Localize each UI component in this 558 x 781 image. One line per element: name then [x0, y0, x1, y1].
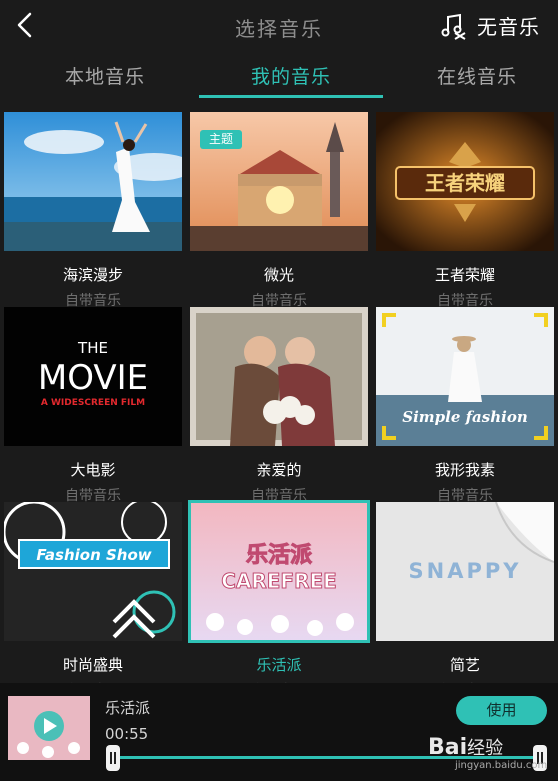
no-music-label: 无音乐	[477, 15, 540, 39]
music-name: 我形我素	[434, 461, 495, 479]
art-line-1: 乐活派	[246, 543, 312, 568]
art-title: Simple fashion	[402, 408, 528, 426]
music-name: 海滨漫步	[62, 266, 123, 284]
music-thumbnail-selected: 乐活派 CAREFREE	[188, 500, 370, 643]
music-name: 乐活派	[256, 656, 302, 674]
use-button[interactable]: 使用	[456, 696, 547, 725]
art-title: Fashion Show	[36, 546, 151, 564]
music-thumbnail: Simple fashion	[376, 307, 554, 446]
art-line-3: A WIDESCREEN FILM	[41, 398, 145, 408]
tab-online-music[interactable]: 在线音乐	[384, 62, 558, 89]
music-note-off-icon	[441, 13, 466, 40]
player-thumbnail[interactable]	[8, 696, 90, 760]
music-thumbnail	[4, 112, 182, 251]
no-music-button[interactable]: 无音乐	[439, 11, 540, 40]
music-thumbnail: SNAPPY	[376, 502, 554, 641]
music-thumbnail: Fashion Show	[4, 502, 182, 641]
music-name: 王者荣耀	[434, 266, 495, 284]
art-line-2: MOVIE	[38, 358, 148, 398]
music-name: 简艺	[449, 656, 480, 674]
art-line-2: CAREFREE	[221, 569, 337, 593]
music-name: 大电影	[70, 461, 116, 479]
start-trim-handle[interactable]	[106, 745, 120, 771]
active-tab-indicator	[199, 95, 383, 98]
player-time: 00:55	[105, 725, 149, 743]
watermark-url: jingyan.baidu.com	[455, 760, 548, 771]
top-bar: 选择音乐 无音乐	[0, 0, 558, 50]
music-name: 亲爱的	[256, 461, 302, 479]
music-thumbnail	[190, 307, 368, 446]
tab-bar: 本地音乐 我的音乐 在线音乐	[0, 52, 558, 100]
music-grid: 海滨漫步 自带音乐 主题 微光 自带音乐 王者荣耀 王者荣耀 自带音乐 THE …	[0, 104, 558, 691]
music-name: 微光	[263, 266, 294, 284]
music-thumbnail: 王者荣耀	[376, 112, 554, 251]
music-thumbnail: THE MOVIE A WIDESCREEN FILM	[4, 307, 182, 446]
art-title: 王者荣耀	[425, 171, 505, 195]
player-title: 乐活派	[105, 699, 151, 717]
art-line-1: THE	[77, 339, 108, 357]
theme-badge: 主题	[200, 130, 242, 149]
tab-local-music[interactable]: 本地音乐	[12, 62, 198, 89]
watermark: Bai经验	[428, 735, 504, 760]
art-title: SNAPPY	[409, 559, 522, 583]
music-name: 时尚盛典	[62, 656, 123, 674]
tab-my-music[interactable]: 我的音乐	[198, 62, 384, 89]
